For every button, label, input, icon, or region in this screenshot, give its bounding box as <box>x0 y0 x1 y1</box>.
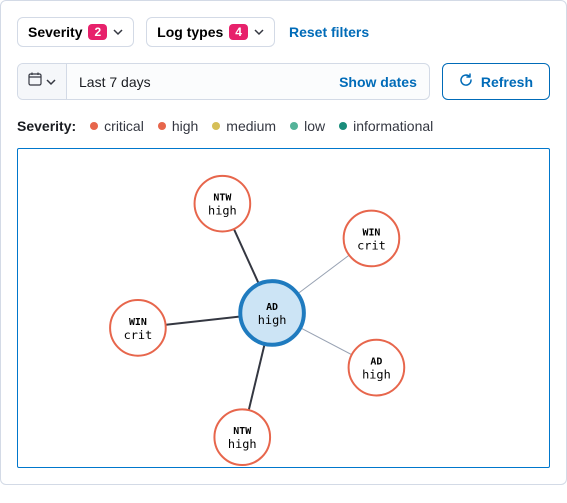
severity-filter-label: Severity <box>28 24 82 40</box>
graph-node-n5[interactable]: WINcrit <box>110 300 166 356</box>
logtypes-filter[interactable]: Log types 4 <box>146 17 275 47</box>
legend-item-label: high <box>172 118 198 134</box>
node-severity-label: high <box>258 313 287 327</box>
node-severity-label: high <box>362 368 391 382</box>
legend-title: Severity: <box>17 118 76 134</box>
severity-filter[interactable]: Severity 2 <box>17 17 134 47</box>
node-type-label: AD <box>370 357 382 368</box>
node-severity-label: crit <box>124 328 153 342</box>
node-type-label: NTW <box>213 193 231 204</box>
refresh-label: Refresh <box>481 74 533 90</box>
graph-node-n2[interactable]: WINcrit <box>344 211 400 267</box>
correlation-graph[interactable]: ADhighNTWhighWINcritADhighNTWhighWINcrit <box>17 148 550 468</box>
legend-dot-icon <box>158 122 166 130</box>
show-dates-button[interactable]: Show dates <box>327 64 429 99</box>
date-range-label[interactable]: Last 7 days <box>67 64 327 99</box>
legend-dot-icon <box>90 122 98 130</box>
severity-filter-badge: 2 <box>88 24 107 40</box>
chevron-down-icon <box>113 27 123 37</box>
node-severity-label: high <box>228 437 257 451</box>
legend-item-informational: informational <box>339 118 433 134</box>
legend-item-critical: critical <box>90 118 144 134</box>
node-type-label: WIN <box>362 227 380 238</box>
graph-node-n3[interactable]: ADhigh <box>349 340 405 396</box>
graph-node-n1[interactable]: NTWhigh <box>195 176 251 232</box>
legend-dot-icon <box>339 122 347 130</box>
graph-node-center[interactable]: ADhigh <box>240 281 304 345</box>
graph-canvas: ADhighNTWhighWINcritADhighNTWhighWINcrit <box>18 149 549 467</box>
legend-item-label: low <box>304 118 325 134</box>
date-quick-select-button[interactable] <box>18 64 67 99</box>
graph-node-n4[interactable]: NTWhigh <box>214 409 270 465</box>
refresh-button[interactable]: Refresh <box>442 63 550 100</box>
legend-item-label: critical <box>104 118 144 134</box>
node-type-label: NTW <box>233 426 251 437</box>
filter-row: Severity 2 Log types 4 Reset filters <box>17 17 550 47</box>
chevron-down-icon <box>254 27 264 37</box>
legend-dot-icon <box>290 122 298 130</box>
refresh-icon <box>459 73 473 90</box>
node-type-label: WIN <box>129 317 147 328</box>
reset-filters-link[interactable]: Reset filters <box>287 20 371 44</box>
date-row: Last 7 days Show dates Refresh <box>17 63 550 100</box>
legend-item-medium: medium <box>212 118 276 134</box>
legend-item-label: informational <box>353 118 433 134</box>
calendar-icon <box>28 72 42 91</box>
legend-item-high: high <box>158 118 198 134</box>
node-severity-label: high <box>208 204 237 218</box>
legend-dot-icon <box>212 122 220 130</box>
chevron-down-icon <box>46 77 56 87</box>
panel: Severity 2 Log types 4 Reset filters <box>0 0 567 485</box>
date-picker-group: Last 7 days Show dates <box>17 63 430 100</box>
logtypes-filter-badge: 4 <box>229 24 248 40</box>
node-type-label: AD <box>266 302 278 313</box>
legend-item-low: low <box>290 118 325 134</box>
legend-item-label: medium <box>226 118 276 134</box>
node-severity-label: crit <box>357 238 386 252</box>
logtypes-filter-label: Log types <box>157 24 223 40</box>
severity-legend: Severity: critical high medium low infor… <box>17 118 550 134</box>
